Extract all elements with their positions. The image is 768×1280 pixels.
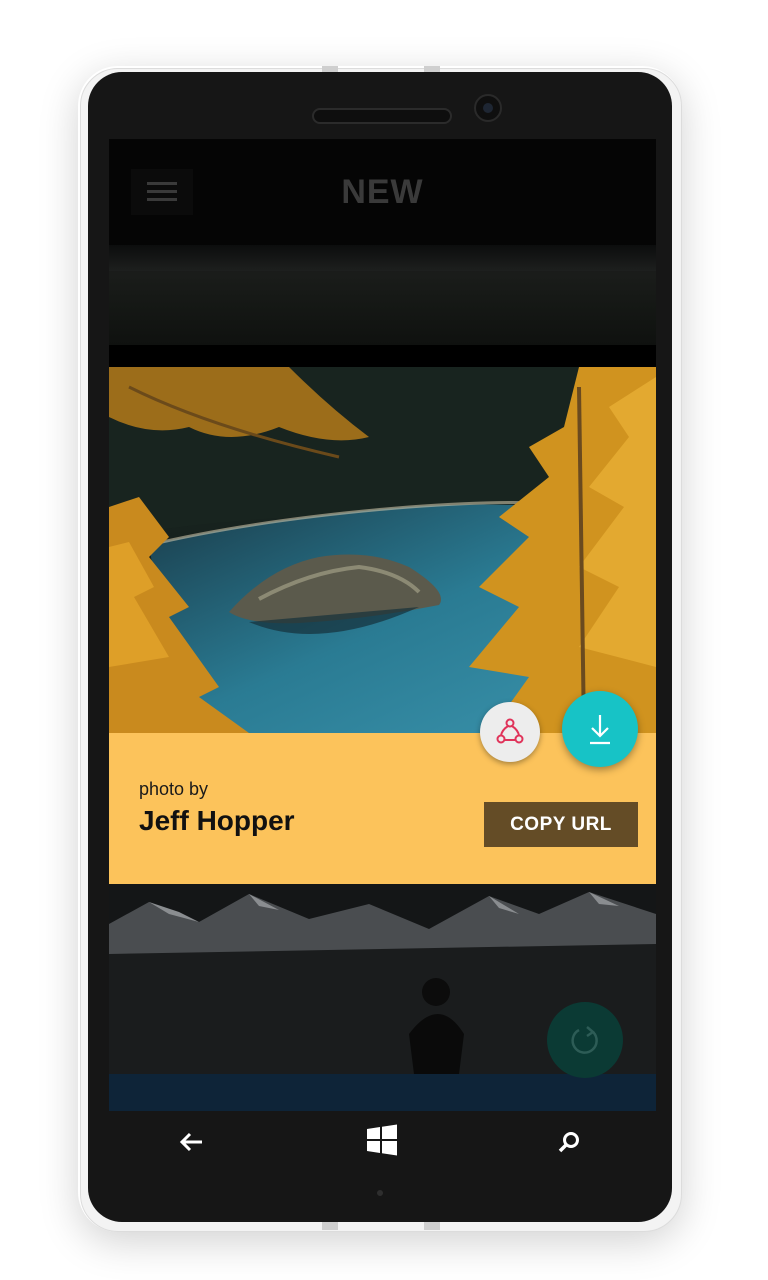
lake-forest-image <box>109 367 656 733</box>
phone-camera <box>474 94 502 122</box>
share-button[interactable] <box>480 702 540 762</box>
back-button[interactable] <box>176 1127 206 1157</box>
refresh-icon <box>571 1026 598 1054</box>
search-icon <box>558 1132 579 1153</box>
download-icon <box>590 715 610 745</box>
phone-bottom-button <box>424 1222 440 1230</box>
photo-by-label: photo by <box>139 779 209 799</box>
landscape-image-strip <box>109 245 656 271</box>
download-button[interactable] <box>562 691 638 767</box>
phone-speaker <box>312 108 452 124</box>
photo-card-previous[interactable] <box>109 245 656 345</box>
share-icon <box>496 718 524 744</box>
start-button[interactable] <box>365 1123 399 1157</box>
system-navigation-bar <box>109 1111 656 1171</box>
app-screen: NEW photo by Jeff Hopper COPY URL <box>109 139 656 1111</box>
page-title: NEW <box>341 173 424 211</box>
photo-card-next[interactable] <box>109 884 656 1111</box>
phone-bottom-button <box>322 1222 338 1230</box>
app-bar: NEW <box>109 139 656 245</box>
featured-photo[interactable] <box>109 367 656 733</box>
windows-logo-icon <box>367 1124 397 1156</box>
card-divider <box>109 345 656 367</box>
refresh-button[interactable] <box>547 1002 623 1078</box>
back-arrow-icon <box>179 1132 202 1152</box>
author-name: Jeff Hopper <box>139 805 295 836</box>
copy-url-button[interactable]: COPY URL <box>484 802 638 847</box>
search-button[interactable] <box>554 1127 584 1157</box>
phone-sensor-dot <box>377 1190 383 1196</box>
mountain-image <box>109 884 656 1111</box>
